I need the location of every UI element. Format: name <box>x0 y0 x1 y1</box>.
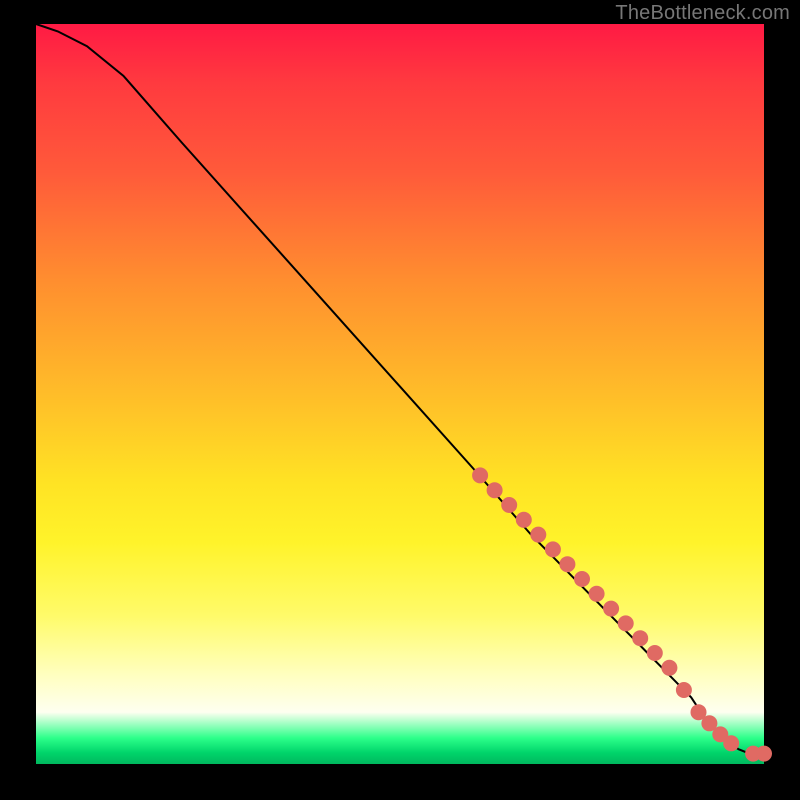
marker-dot <box>723 735 739 751</box>
marker-dot <box>501 497 517 513</box>
marker-dot <box>756 746 772 762</box>
chart-svg <box>36 24 764 764</box>
marker-dot <box>516 512 532 528</box>
marker-dot <box>618 615 634 631</box>
marker-dot <box>530 527 546 543</box>
marker-dot <box>487 482 503 498</box>
marker-dot <box>603 601 619 617</box>
marker-dot <box>661 660 677 676</box>
marker-dot <box>589 586 605 602</box>
attribution-label: TheBottleneck.com <box>615 2 790 25</box>
marker-group <box>472 467 772 761</box>
marker-dot <box>545 541 561 557</box>
marker-dot <box>632 630 648 646</box>
chart-frame: TheBottleneck.com <box>0 0 800 800</box>
curve-line <box>36 24 764 754</box>
marker-dot <box>574 571 590 587</box>
marker-dot <box>472 467 488 483</box>
marker-dot <box>559 556 575 572</box>
marker-dot <box>647 645 663 661</box>
plot-area <box>36 24 764 764</box>
marker-dot <box>676 682 692 698</box>
